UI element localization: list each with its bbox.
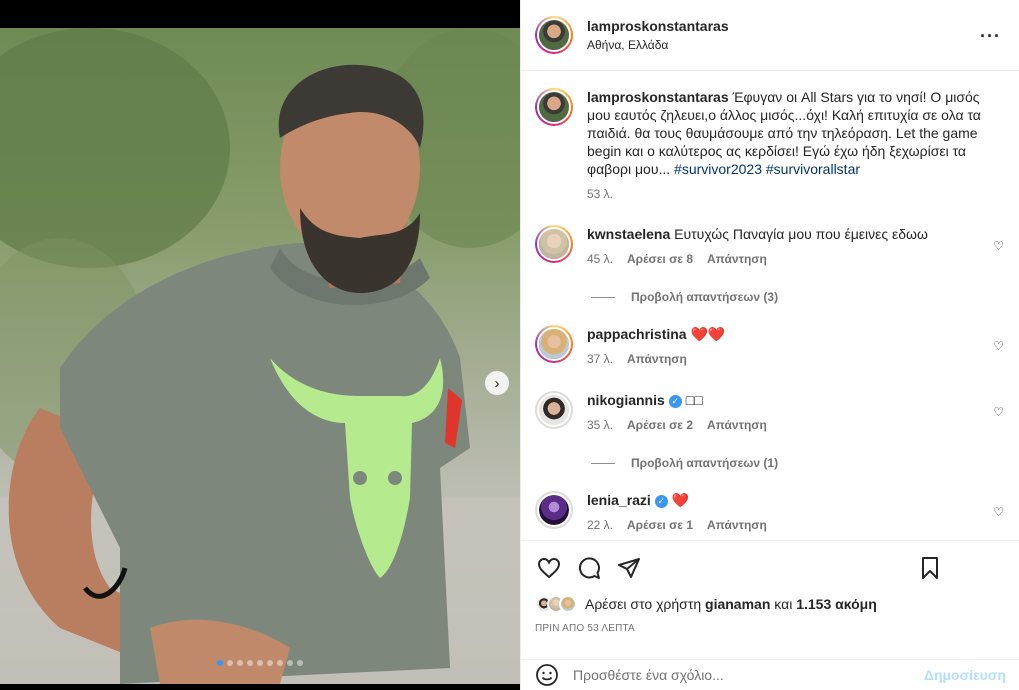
- reply-button[interactable]: Απάντηση: [707, 250, 767, 268]
- heart-outline-icon[interactable]: ♡: [993, 505, 1004, 519]
- comment-username[interactable]: nikogiannis: [587, 392, 665, 408]
- verified-badge-icon: ✓: [654, 494, 668, 508]
- likes-prefix: Αρέσει στο χρήστη: [585, 596, 702, 612]
- commenter-avatar[interactable]: [535, 491, 573, 529]
- author-username[interactable]: lamproskonstantaras: [587, 18, 729, 34]
- comment-item: lenia_razi ✓ ❤️ 22 λ. Αρέσει σε 1 Απάντησ…: [535, 491, 1006, 534]
- likes-summary[interactable]: Αρέσει στο χρήστη gianaman και 1.153 ακό…: [535, 595, 1006, 613]
- view-replies-label: Προβολή απαντήσεων (1): [631, 456, 779, 470]
- heart-outline-icon[interactable]: ♡: [993, 339, 1004, 353]
- comment-likes-button[interactable]: Αρέσει σε 8: [627, 250, 693, 268]
- carousel-dots: [0, 660, 520, 666]
- carousel-next-button[interactable]: ›: [485, 371, 509, 395]
- liker-avatar: [559, 595, 577, 613]
- comment-bubble-icon[interactable]: [575, 554, 603, 582]
- comment-time[interactable]: 22 λ.: [587, 516, 613, 534]
- carousel-dot: [247, 660, 253, 666]
- verified-badge-icon: ✓: [668, 394, 682, 408]
- comment-time[interactable]: 45 λ.: [587, 250, 613, 268]
- post-media: ›: [0, 0, 520, 690]
- comment-text: ❤️❤️: [690, 326, 726, 342]
- liker-avatars: [535, 595, 577, 613]
- comment-item: pappachristina ❤️❤️ 37 λ. Απάντηση ♡: [535, 325, 1006, 368]
- post-location[interactable]: Αθήνα, Ελλάδα: [587, 38, 729, 52]
- liker-username[interactable]: gianaman: [705, 596, 770, 612]
- carousel-dot: [227, 660, 233, 666]
- like-heart-icon[interactable]: [535, 554, 563, 582]
- comment-username[interactable]: lenia_razi: [587, 492, 651, 508]
- caption-time[interactable]: 53 λ.: [587, 185, 613, 203]
- publish-button[interactable]: Δημοσίευση: [924, 667, 1006, 683]
- carousel-dot: [217, 660, 223, 666]
- comment-username[interactable]: kwnstaelena: [587, 226, 670, 242]
- carousel-dot: [257, 660, 263, 666]
- share-send-icon[interactable]: [615, 554, 643, 582]
- carousel-dot: [237, 660, 243, 666]
- comments-list: lamproskonstantaras Έφυγαν οι All Stars …: [521, 72, 1019, 540]
- carousel-dot: [267, 660, 273, 666]
- post-photo[interactable]: ›: [0, 28, 520, 684]
- heart-outline-icon[interactable]: ♡: [993, 405, 1004, 419]
- comment-time[interactable]: 35 λ.: [587, 416, 613, 434]
- carousel-dot: [287, 660, 293, 666]
- comment-likes-button[interactable]: Αρέσει σε 1: [627, 516, 693, 534]
- comment-text: □□: [685, 392, 703, 408]
- comment-likes-button[interactable]: Αρέσει σε 2: [627, 416, 693, 434]
- post-timestamp[interactable]: ΠΡΙΝ ΑΠΟ 53 ΛΕΠΤΑ: [535, 623, 1006, 634]
- more-horizontal-icon[interactable]: ···: [980, 26, 1001, 47]
- caption: lamproskonstantaras Έφυγαν οι All Stars …: [535, 88, 1006, 203]
- likes-and: και: [774, 596, 793, 612]
- chevron-right-icon: ›: [494, 374, 500, 392]
- commenter-avatar[interactable]: [535, 225, 573, 263]
- view-replies-button[interactable]: Προβολή απαντήσεων (3): [591, 290, 1006, 304]
- reply-button[interactable]: Απάντηση: [627, 350, 687, 368]
- hashtag-link[interactable]: #survivorallstar: [766, 161, 860, 177]
- comment-text: ❤️: [671, 492, 690, 508]
- comment-item: kwnstaelena Ευτυχώς Παναγία μου που έμει…: [535, 225, 1006, 268]
- post-header: lamproskonstantaras Αθήνα, Ελλάδα ···: [521, 0, 1019, 71]
- add-comment-bar: Δημοσίευση: [521, 659, 1019, 690]
- caption-username[interactable]: lamproskonstantaras: [587, 89, 729, 105]
- caption-avatar[interactable]: [535, 88, 573, 126]
- reply-button[interactable]: Απάντηση: [707, 416, 767, 434]
- bookmark-icon[interactable]: [916, 554, 944, 582]
- photo-illustration: [0, 28, 520, 684]
- post-actions: Αρέσει στο χρήστη gianaman και 1.153 ακό…: [521, 540, 1019, 659]
- hashtag-link[interactable]: #survivor2023: [674, 161, 762, 177]
- comment-username[interactable]: pappachristina: [587, 326, 687, 342]
- carousel-dot: [297, 660, 303, 666]
- commenter-avatar[interactable]: [535, 391, 573, 429]
- comment-text: Ευτυχώς Παναγία μου που έμεινες εδωω: [674, 226, 928, 242]
- comment-time[interactable]: 37 λ.: [587, 350, 613, 368]
- comment-input[interactable]: [573, 667, 903, 683]
- carousel-dot: [277, 660, 283, 666]
- view-replies-label: Προβολή απαντήσεων (3): [631, 290, 779, 304]
- likes-count[interactable]: 1.153 ακόμη: [796, 596, 877, 612]
- post-panel: lamproskonstantaras Αθήνα, Ελλάδα ··· la…: [520, 0, 1019, 690]
- reply-button[interactable]: Απάντηση: [707, 516, 767, 534]
- author-avatar[interactable]: [535, 16, 573, 54]
- heart-outline-icon[interactable]: ♡: [993, 239, 1004, 253]
- view-replies-button[interactable]: Προβολή απαντήσεων (1): [591, 456, 1006, 470]
- comment-item: nikogiannis ✓ □□ 35 λ. Αρέσει σε 2 Απάντη…: [535, 391, 1006, 434]
- emoji-icon[interactable]: [535, 663, 559, 687]
- commenter-avatar[interactable]: [535, 325, 573, 363]
